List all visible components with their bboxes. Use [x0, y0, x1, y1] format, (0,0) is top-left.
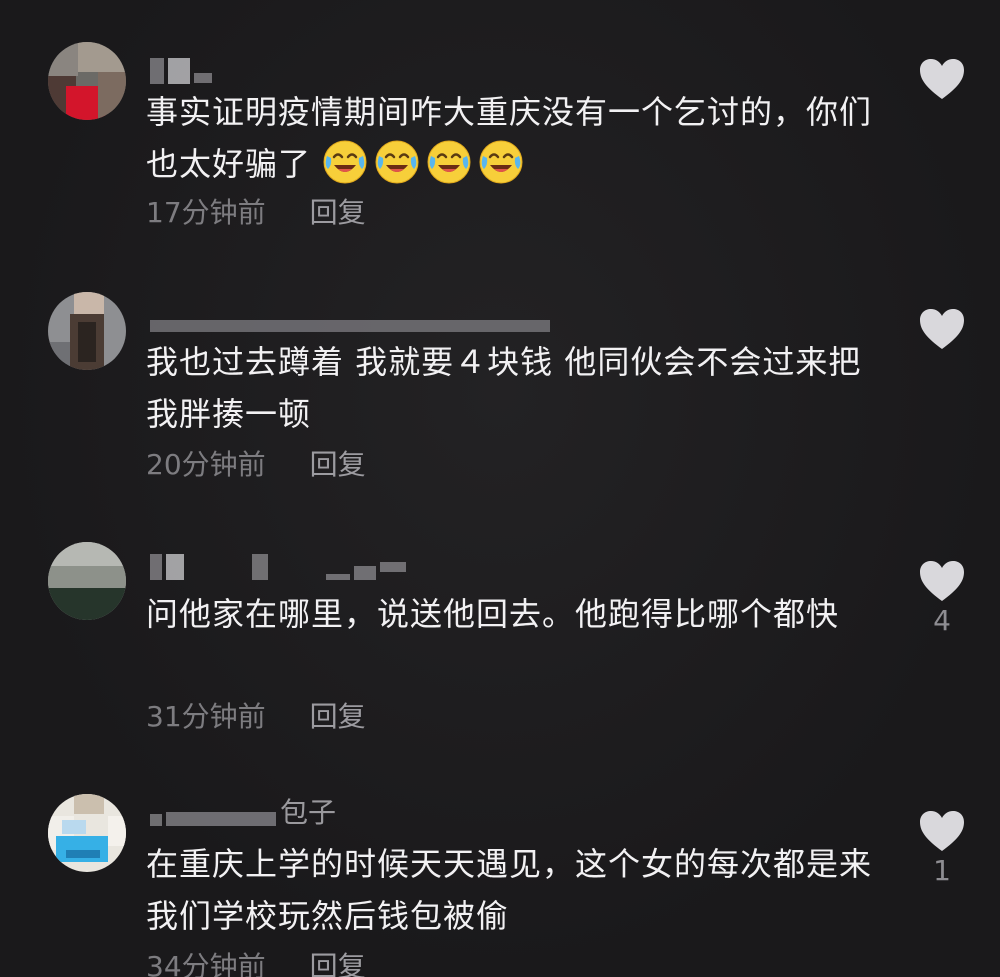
timestamp: 34分钟前 [146, 950, 266, 977]
avatar[interactable] [48, 542, 126, 620]
heart-icon [920, 561, 964, 601]
username[interactable]: 包子 [150, 796, 337, 829]
comment-text: 我也过去蹲着 我就要４块钱 他同伙会不会过来把我胖揍一顿 [146, 336, 886, 440]
laughing-crying-face-icon [427, 140, 471, 184]
username-redacted [166, 812, 276, 826]
timestamp: 17分钟前 [146, 196, 266, 229]
avatar[interactable] [48, 42, 126, 120]
username[interactable] [150, 554, 410, 580]
timestamp: 20分钟前 [146, 448, 266, 481]
laughing-crying-face-icon [479, 140, 523, 184]
avatar[interactable] [48, 292, 126, 370]
username-redacted [166, 554, 184, 580]
comment-list: 事实证明疫情期间咋大重庆没有一个乞讨的，你们也太好骗了 17分钟前 回复 我也过… [0, 0, 1000, 977]
avatar[interactable] [48, 794, 126, 872]
reply-button[interactable]: 回复 [310, 950, 366, 977]
heart-icon [920, 309, 964, 349]
comment-meta: 31分钟前 回复 [146, 700, 366, 734]
username-redacted [380, 562, 406, 572]
username-redacted [150, 554, 162, 580]
comment-meta: 34分钟前 回复 [146, 950, 366, 977]
username-redacted [150, 814, 162, 826]
username-text: 包子 [280, 796, 337, 829]
avatar-image [48, 292, 126, 370]
like-button[interactable] [916, 308, 968, 354]
comment-meta: 20分钟前 回复 [146, 448, 366, 482]
comment-text-body: 在重庆上学的时候天天遇见，这个女的每次都是来我们学校玩然后钱包被偷 [146, 845, 873, 935]
heart-icon [920, 59, 964, 99]
username-redacted [150, 58, 164, 84]
emoji-row [322, 140, 530, 184]
username-redacted [194, 73, 212, 83]
username-redacted [150, 320, 550, 332]
username-redacted [252, 554, 268, 580]
like-button[interactable]: 4 [916, 560, 968, 636]
comment-text-body: 问他家在哪里，说送他回去。他跑得比哪个都快 [146, 595, 840, 633]
username-redacted [354, 566, 376, 580]
comment-text: 事实证明疫情期间咋大重庆没有一个乞讨的，你们也太好骗了 [146, 86, 886, 190]
reply-button[interactable]: 回复 [310, 700, 366, 734]
reply-button[interactable]: 回复 [310, 196, 366, 230]
like-button[interactable]: 1 [916, 810, 968, 886]
avatar-image [48, 42, 126, 120]
comment-text-body: 我也过去蹲着 我就要４块钱 他同伙会不会过来把我胖揍一顿 [146, 343, 862, 433]
comment-text: 问他家在哪里，说送他回去。他跑得比哪个都快 [146, 588, 886, 640]
username-redacted [168, 58, 190, 84]
username[interactable] [150, 58, 216, 84]
comment-text: 在重庆上学的时候天天遇见，这个女的每次都是来我们学校玩然后钱包被偷 [146, 838, 886, 942]
like-count: 1 [933, 854, 951, 887]
username-redacted [326, 574, 350, 580]
avatar-image [48, 542, 126, 620]
reply-button[interactable]: 回复 [310, 448, 366, 482]
username[interactable] [150, 306, 554, 332]
timestamp: 31分钟前 [146, 700, 266, 733]
avatar-image [48, 794, 126, 872]
laughing-crying-face-icon [375, 140, 419, 184]
like-button[interactable] [916, 58, 968, 104]
laughing-crying-face-icon [323, 140, 367, 184]
comment-meta: 17分钟前 回复 [146, 196, 366, 230]
like-count: 4 [933, 604, 951, 637]
heart-icon [920, 811, 964, 851]
